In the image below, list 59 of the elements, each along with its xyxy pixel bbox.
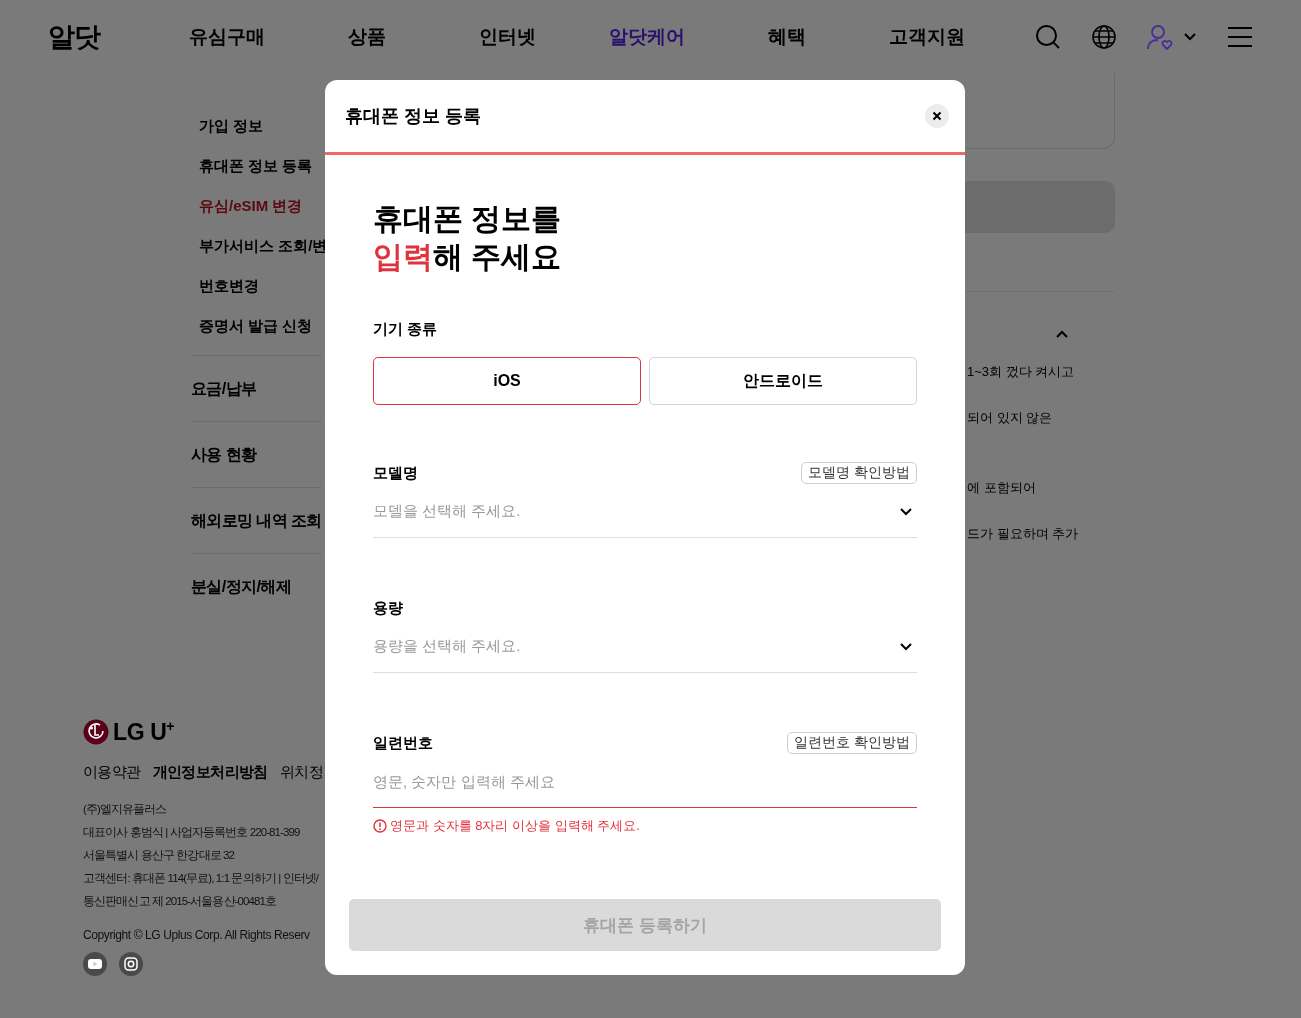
chevron-up-icon[interactable] <box>1055 330 1069 339</box>
company-info: 고객센터: 휴대폰 114(무료), 1:1 문의하기 | 인터넷/ <box>83 871 319 886</box>
content-text: 1~3회 껐다 켜시고 <box>967 363 1075 381</box>
select-field[interactable]: 모델을 선택해 주세요. <box>373 485 917 538</box>
company-info: 대표이사 홍범식 | 사업자등록번호 220-81-399 <box>83 825 300 840</box>
video-icon[interactable] <box>83 952 107 976</box>
brand-logo: LG U$^{+}$ <box>113 718 175 746</box>
sidebar-item[interactable]: 증명서 발급 신청 <box>191 315 313 355</box>
nav-link[interactable]: 상품 <box>297 23 437 50</box>
site-logo[interactable]: 알닷 <box>48 18 157 55</box>
nav-link[interactable]: 고객지원 <box>857 23 997 50</box>
footer-link[interactable]: 이용약관 <box>83 763 141 782</box>
nav-link[interactable]: 유심구매 <box>157 23 297 50</box>
sidebar-section[interactable]: 요금/납부 <box>191 355 321 421</box>
close-button[interactable] <box>925 104 949 128</box>
device-option[interactable]: 안드로이드 <box>649 357 917 405</box>
footer-link[interactable]: 개인정보처리방침 <box>152 763 268 782</box>
sidebar-item[interactable]: 유심/eSIM 변경 <box>191 195 303 235</box>
device-option[interactable]: iOS <box>373 357 641 405</box>
search-icon[interactable] <box>1035 23 1061 50</box>
close-icon <box>932 111 942 121</box>
field-label: 기기 종류 <box>373 320 438 339</box>
placeholder-text: 용량을 선택해 주세요. <box>373 636 521 656</box>
camera-icon[interactable] <box>119 952 143 976</box>
company-info: 서울특별시 용산구 한강대로 32 <box>83 848 235 863</box>
nav-link[interactable]: 인터넷 <box>437 23 577 50</box>
placeholder-text: 모델을 선택해 주세요. <box>373 501 521 521</box>
company-info: (주)엘지유플러스 <box>83 802 167 817</box>
copyright: Copyright © LG Uplus Corp. All Rights Reserv <box>83 928 310 942</box>
footer-link[interactable]: 위치정 <box>279 763 323 782</box>
sidebar-item[interactable]: 부가서비스 조회/변 <box>191 235 328 275</box>
error-icon <box>373 819 387 833</box>
sidebar-item[interactable]: 휴대폰 정보 등록 <box>191 155 313 195</box>
sidebar-item[interactable]: 번호변경 <box>191 275 259 315</box>
sidebar-section[interactable]: 분실/정지/해제 <box>191 553 321 619</box>
field-label: 일련번호 <box>373 733 433 753</box>
company-info: 통신판매신고 제 2015-서울용산-00481호 <box>83 894 277 909</box>
logo-icon <box>83 719 109 745</box>
content-text: 드가 필요하며 추가 <box>967 525 1079 543</box>
nav-link[interactable]: 알닷케어 <box>577 23 717 50</box>
globe-icon[interactable] <box>1091 23 1117 50</box>
sidebar-item[interactable]: 가입 정보 <box>191 115 264 155</box>
menu-icon[interactable] <box>1227 25 1253 48</box>
field-label: 용량 <box>373 598 403 618</box>
help-button[interactable]: 모델명 확인방법 <box>801 462 917 484</box>
chevron-down-icon <box>899 506 913 516</box>
error-message: 영문과 숫자를 8자리 이상을 입력해 주세요. <box>390 817 640 835</box>
help-button[interactable]: 일련번호 확인방법 <box>787 732 917 754</box>
select-field[interactable]: 용량을 선택해 주세요. <box>373 620 917 673</box>
sidebar-section[interactable]: 해외로밍 내역 조회 <box>191 487 321 553</box>
content-text: 에 포함되어 <box>967 479 1036 497</box>
content-text: 되어 있지 않은 <box>967 409 1053 427</box>
field-label: 모델명 <box>373 463 418 483</box>
sidebar-section[interactable]: 사용 현황 <box>191 421 321 487</box>
modal-heading: 휴대폰 정보를 입력해 주세요 <box>373 201 562 275</box>
modal-title: 휴대폰 정보 등록 <box>345 105 481 128</box>
chevron-down-icon <box>899 641 913 651</box>
chevron-down-icon[interactable] <box>1183 31 1197 42</box>
nav-link[interactable]: 혜택 <box>717 23 857 50</box>
